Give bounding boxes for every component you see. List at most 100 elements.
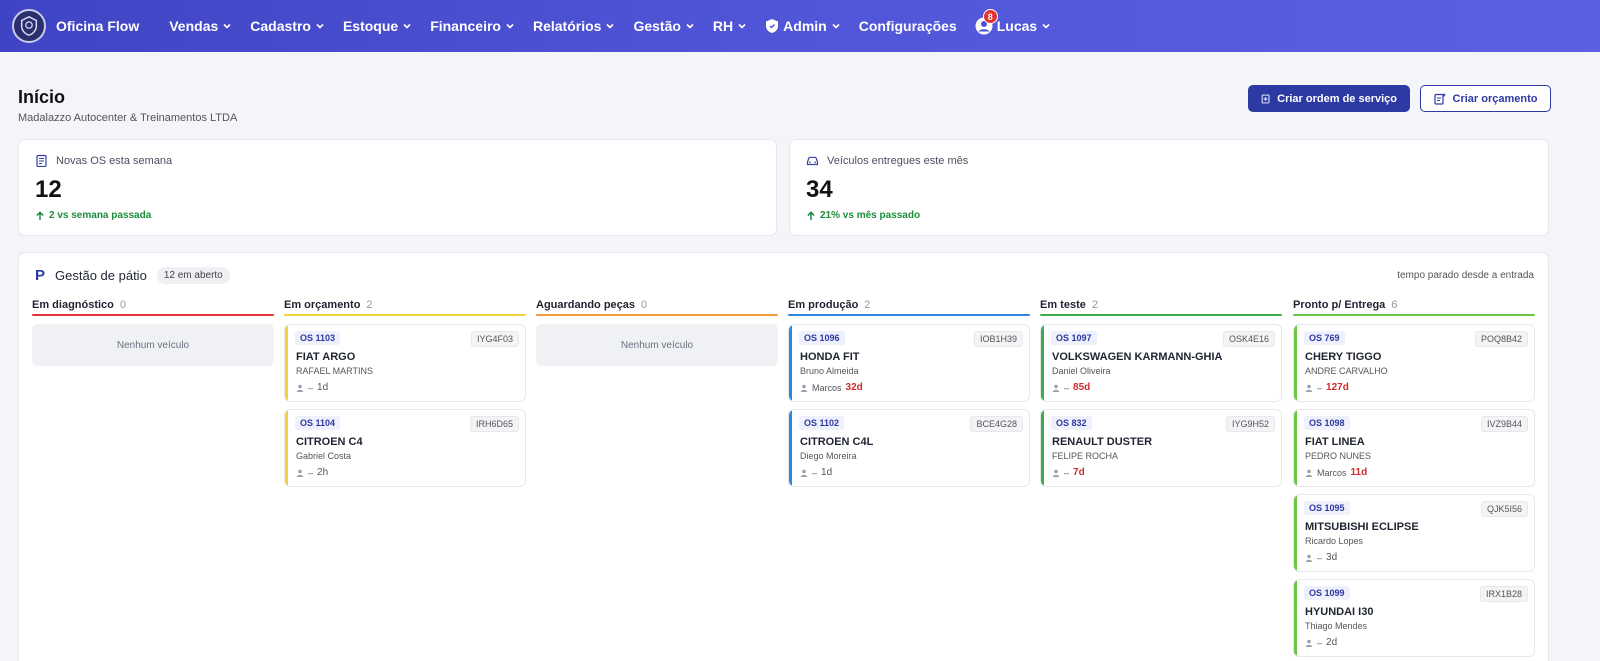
nav-configuracoes[interactable]: Configurações [859,18,957,34]
os-number[interactable]: OS 1095 [1304,501,1350,515]
brand-logo[interactable] [12,9,46,43]
idle-time: 1d [317,382,329,393]
idle-time: 85d [1073,382,1091,393]
kanban-column: Em teste 2 OS 1097 OSK4E16 VOLKSWAGEN KARMAN… [1040,296,1282,494]
nav-rh[interactable]: RH [713,18,747,34]
vehicle-card[interactable]: OS 1097 OSK4E16 VOLKSWAGEN KARMANN-GHIA Dan… [1040,324,1282,402]
os-number[interactable]: OS 832 [1051,416,1092,430]
column-title: Em diagnóstico [32,299,114,311]
customer-name: Ricardo Lopes [1305,536,1364,546]
chevron-down-icon [606,23,615,29]
vehicle-model: HYUNDAI I30 [1305,606,1374,618]
column-header: Em teste 2 [1040,296,1282,314]
os-number[interactable]: OS 1102 [799,416,845,430]
os-number[interactable]: OS 1104 [295,416,341,430]
vehicle-card[interactable]: OS 1102 BCE4G28 CITROEN C4L Diego Moreira –1… [788,409,1030,487]
idle-time: 1d [821,467,833,478]
technician-name: – [1064,467,1070,478]
card-status-bar [1294,325,1297,401]
os-number[interactable]: OS 1097 [1051,331,1097,345]
stat-delta: 21% vs mês passado [806,210,920,221]
create-quote-label: Criar orçamento [1452,92,1538,105]
chevron-down-icon [832,23,840,29]
vehicle-card[interactable]: OS 769 POQ8B42 CHERY TIGGO ANDRE CARVALHO –1… [1293,324,1535,402]
customer-name: FELIPE ROCHA [1052,451,1119,461]
crest-icon [20,16,38,36]
idle-time: 7d [1073,467,1085,478]
card-status-bar [789,410,792,486]
empty-column-placeholder: Nenhum veículo [536,324,778,366]
license-plate: IRH6D65 [469,416,519,432]
person-icon [1052,384,1060,392]
column-title: Pronto p/ Entrega [1293,299,1386,311]
nav-label: Gestão [633,18,681,34]
os-number[interactable]: OS 1103 [295,331,341,345]
nav-cadastro[interactable]: Cadastro [250,18,325,34]
create-service-order-button[interactable]: Criar ordem de serviço [1248,85,1410,112]
vehicle-card[interactable]: OS 1099 IRX1B28 HYUNDAI I30 Thiago Mendes –2… [1293,579,1535,657]
vehicle-model: MITSUBISHI ECLIPSE [1305,521,1419,533]
idle-time: 11d [1350,467,1368,478]
nav-financeiro[interactable]: Financeiro [430,18,515,34]
os-number[interactable]: OS 769 [1304,331,1345,345]
person-icon [296,384,304,392]
vehicle-card[interactable]: OS 832 IYG9H52 RENAULT DUSTER FELIPE ROCHA –… [1040,409,1282,487]
person-icon [800,384,808,392]
vehicle-card[interactable]: OS 1096 IOB1H39 HONDA FIT Bruno Almeida Marc… [788,324,1030,402]
idle-time: 2h [317,467,329,478]
license-plate: IVZ9B44 [1480,416,1528,432]
page-title: Início [18,87,66,107]
technician-name: Marcos [812,382,842,393]
card-status-bar [1294,580,1297,656]
person-icon [1305,384,1313,392]
car-icon [806,156,819,166]
card-status-bar [1041,325,1044,401]
column-divider [788,314,1030,316]
technician-name: – [1317,637,1323,648]
nav-label: Configurações [858,18,957,34]
board-title: Gestão de pátio [55,268,147,283]
customer-name: PEDRO NUNES [1305,451,1372,461]
stat-value: 34 [806,176,833,203]
vehicle-card[interactable]: OS 1095 QJK5I56 MITSUBISHI ECLIPSE Ricardo … [1293,494,1535,572]
license-plate: IRX1B28 [1479,586,1528,602]
vehicle-model: CHERY TIGGO [1305,351,1382,363]
column-divider [284,314,526,316]
license-plate: IOB1H39 [973,331,1023,347]
vehicle-card[interactable]: OS 1103 IYG4F03 FIAT ARGO RAFAEL MARTINS –1d [284,324,526,402]
nav-admin[interactable]: Admin [765,18,841,34]
brand-name[interactable]: Oficina Flow [56,18,139,34]
nav-label: Vendas [169,18,219,34]
shield-icon [766,19,779,33]
notification-badge[interactable]: 8 [982,9,998,24]
vehicle-card[interactable]: OS 1098 IVZ9B44 FIAT LINEA PEDRO NUNES Marco… [1293,409,1535,487]
person-icon [1305,554,1313,562]
nav-gestao[interactable]: Gestão [633,18,694,34]
os-number[interactable]: OS 1099 [1304,586,1350,600]
card-meta: –1d [296,382,328,393]
card-status-bar [285,325,288,401]
card-meta: –85d [1052,382,1090,393]
card-status-bar [285,410,288,486]
vehicle-card[interactable]: OS 1104 IRH6D65 CITROEN C4 Gabriel Costa –2h [284,409,526,487]
nav-vendas[interactable]: Vendas [169,18,232,34]
nav-relatorios[interactable]: Relatórios [533,18,615,34]
user-menu[interactable]: 8 Lucas [975,9,1051,35]
license-plate: BCE4G28 [970,416,1023,432]
nav-estoque[interactable]: Estoque [343,18,412,34]
column-count: 6 [1391,299,1398,311]
idle-time: 32d [845,382,863,393]
os-number[interactable]: OS 1098 [1304,416,1350,430]
column-header: Em diagnóstico 0 [32,296,274,314]
card-meta: –7d [1052,467,1085,478]
stat-label-text: Novas OS esta semana [56,154,173,167]
column-count: 0 [119,299,127,311]
board-header: P Gestão de pátio 12 em aberto [35,267,230,284]
create-quote-button[interactable]: Criar orçamento [1420,85,1551,112]
open-count-badge: 12 em aberto [156,267,230,284]
stat-label-text: Veículos entregues este mês [827,154,969,167]
arrow-up-icon [807,210,815,220]
kanban-column: Pronto p/ Entrega 6 OS 769 POQ8B42 CHERY TIG… [1293,296,1535,661]
license-plate: POQ8B42 [1474,331,1528,347]
os-number[interactable]: OS 1096 [799,331,845,345]
